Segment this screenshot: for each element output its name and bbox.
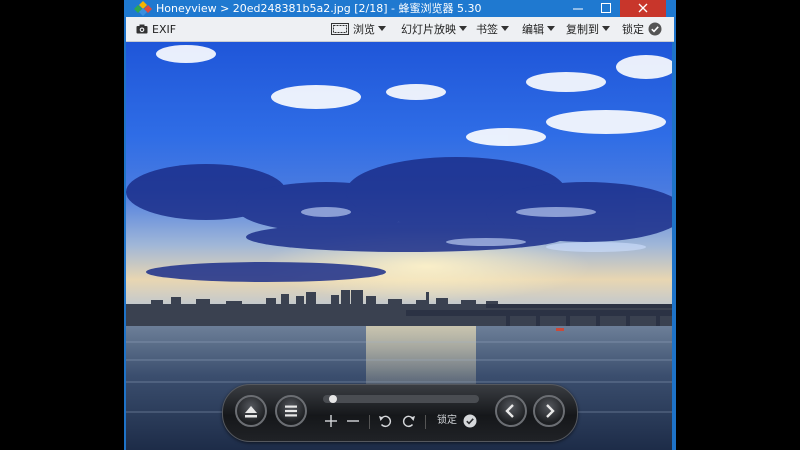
monitor-icon: [331, 23, 349, 35]
screen: Honeyview > 20ed248381b5a2.jpg [2/18] - …: [0, 0, 800, 450]
chevron-left-icon: [505, 404, 514, 418]
zoom-in-button[interactable]: [323, 413, 339, 429]
edit-label: 编辑: [522, 23, 544, 36]
menu-icon: [285, 405, 297, 417]
window-title: Honeyview > 20ed248381b5a2.jpg [2/18] - …: [156, 2, 482, 15]
close-icon: [638, 3, 648, 13]
lock-label: 锁定: [622, 23, 644, 36]
menu-button[interactable]: [275, 395, 307, 427]
caret-down-icon: [501, 26, 509, 31]
eject-icon: [245, 406, 257, 418]
chevron-right-icon: [546, 404, 555, 418]
rotate-right-icon: [402, 415, 415, 428]
slideshow-menu[interactable]: 幻灯片放映: [401, 17, 467, 41]
rotate-left-icon: [379, 415, 392, 428]
edit-menu[interactable]: 编辑: [522, 17, 555, 41]
caret-down-icon: [378, 26, 386, 31]
next-image-button[interactable]: [533, 395, 565, 427]
eject-button[interactable]: [235, 395, 267, 427]
copy-to-label: 复制到: [566, 23, 599, 36]
slider-handle[interactable]: [329, 395, 337, 403]
control-divider: [425, 415, 426, 429]
minus-icon: [347, 420, 359, 422]
minimize-button[interactable]: [564, 0, 592, 17]
exif-button[interactable]: EXIF: [136, 17, 176, 41]
exif-label: EXIF: [152, 22, 177, 36]
minimize-icon: [573, 8, 583, 10]
position-slider[interactable]: [323, 395, 479, 403]
bookmark-label: 书签: [476, 23, 498, 36]
zoom-out-button[interactable]: [345, 413, 361, 429]
panel-lock-label[interactable]: 锁定: [437, 414, 457, 428]
caret-down-icon: [459, 26, 467, 31]
check-circle-icon[interactable]: [463, 414, 477, 428]
close-button[interactable]: [620, 0, 666, 17]
app-window: Honeyview > 20ed248381b5a2.jpg [2/18] - …: [124, 0, 676, 450]
previous-image-button[interactable]: [495, 395, 527, 427]
toolbar: EXIF 浏览 幻灯片放映 书签 编辑 复制到 锁定: [126, 17, 674, 42]
browse-menu[interactable]: 浏览: [331, 17, 386, 41]
bookmark-menu[interactable]: 书签: [476, 17, 509, 41]
caret-down-icon: [547, 26, 555, 31]
plus-icon: [325, 415, 337, 427]
rotate-right-button[interactable]: [401, 413, 417, 429]
maximize-button[interactable]: [592, 0, 620, 17]
copy-to-menu[interactable]: 复制到: [566, 17, 610, 41]
check-circle-icon: [648, 22, 662, 36]
maximize-icon: [601, 3, 611, 13]
browse-label: 浏览: [353, 23, 375, 36]
title-bar[interactable]: Honeyview > 20ed248381b5a2.jpg [2/18] - …: [124, 0, 676, 17]
app-logo-icon: [134, 1, 152, 16]
lock-button[interactable]: 锁定: [622, 17, 662, 41]
slideshow-label: 幻灯片放映: [401, 23, 456, 36]
camera-icon: [136, 24, 148, 34]
control-divider: [369, 415, 370, 429]
floating-control-panel: 锁定: [222, 384, 578, 442]
rotate-left-button[interactable]: [377, 413, 393, 429]
caret-down-icon: [602, 26, 610, 31]
